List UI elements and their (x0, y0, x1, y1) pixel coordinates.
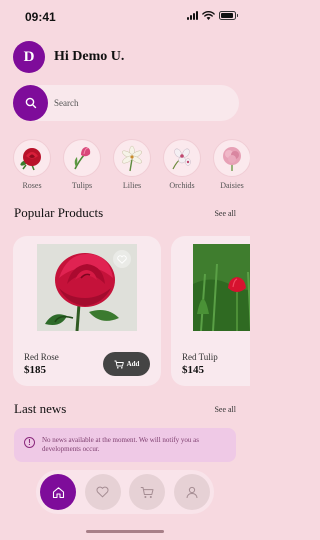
product-image-red-rose (37, 244, 137, 331)
popular-products-header: Popular Products See all (14, 205, 236, 221)
daisy-flower-icon (223, 147, 241, 171)
product-image-red-tulip (193, 244, 250, 331)
category-tulips[interactable]: Tulips (63, 139, 101, 197)
product-card-red-tulip[interactable]: Red Tulip $145 (171, 236, 250, 386)
product-name: Red Tulip (182, 352, 218, 362)
category-roses[interactable]: Roses (13, 139, 51, 197)
cellular-signal-icon (187, 11, 198, 20)
product-price: $145 (182, 364, 204, 376)
greeting-text: Hi Demo U. (54, 49, 125, 64)
category-orchids-image (163, 139, 201, 177)
category-daisies-image (213, 139, 250, 177)
red-tulip-photo (193, 244, 250, 331)
home-indicator (86, 530, 164, 533)
status-icons (187, 11, 238, 20)
status-time: 09:41 (25, 10, 56, 24)
search-input[interactable] (54, 85, 234, 121)
nav-home[interactable] (40, 474, 76, 510)
category-lilies-image (113, 139, 151, 177)
lily-flower-icon (122, 145, 142, 172)
add-button-label: Add (126, 360, 140, 368)
popular-see-all-link[interactable]: See all (214, 209, 236, 218)
status-bar: 09:41 (0, 0, 250, 34)
battery-icon (219, 11, 238, 20)
search-button[interactable] (13, 85, 48, 121)
cart-icon (141, 486, 154, 498)
rose-flower-icon (20, 148, 41, 171)
search-bar (13, 85, 239, 121)
category-orchids[interactable]: Orchids (163, 139, 201, 197)
nav-cart[interactable] (129, 474, 166, 510)
tulip-flower-icon (74, 147, 91, 170)
category-roses-image (13, 139, 51, 177)
category-label: Lilies (122, 181, 142, 190)
favorite-button[interactable] (113, 250, 131, 268)
nav-favorites[interactable] (84, 474, 121, 510)
bottom-navigation (36, 470, 214, 514)
category-daisies[interactable]: Daisies (213, 139, 250, 197)
news-message: No news available at the moment. We will… (42, 436, 199, 453)
category-lilies[interactable]: Lilies (113, 139, 151, 197)
header: D Hi Demo U. (13, 41, 124, 73)
product-carousel: Red Rose $185 Add Red Tulip $145 (13, 236, 250, 386)
news-title: Last news (14, 401, 67, 416)
wifi-icon (202, 11, 215, 20)
info-icon: ! (24, 437, 35, 448)
category-label: Daisies (220, 181, 244, 190)
add-to-cart-button[interactable]: Add (103, 352, 150, 376)
cart-icon (114, 360, 124, 369)
news-header: Last news See all (14, 401, 236, 417)
category-label: Orchids (169, 181, 195, 190)
product-price: $185 (24, 364, 46, 376)
popular-products-title: Popular Products (14, 205, 104, 220)
heart-outline-icon (117, 254, 127, 264)
category-list: Roses Tulips Lilies Orchids Daisies (13, 139, 250, 197)
nav-profile[interactable] (173, 474, 210, 510)
category-tulips-image (63, 139, 101, 177)
orchid-flower-icon (172, 148, 191, 170)
home-icon (52, 486, 64, 498)
news-empty-notice: ! No news available at the moment. We wi… (14, 428, 236, 462)
category-label: Tulips (71, 181, 93, 190)
news-see-all-link[interactable]: See all (214, 405, 236, 414)
search-icon (25, 97, 36, 109)
avatar[interactable]: D (13, 41, 45, 73)
category-label: Roses (22, 181, 42, 190)
product-name: Red Rose (24, 352, 59, 362)
product-card-red-rose[interactable]: Red Rose $185 Add (13, 236, 161, 386)
profile-icon (186, 486, 198, 498)
heart-icon (96, 486, 109, 498)
